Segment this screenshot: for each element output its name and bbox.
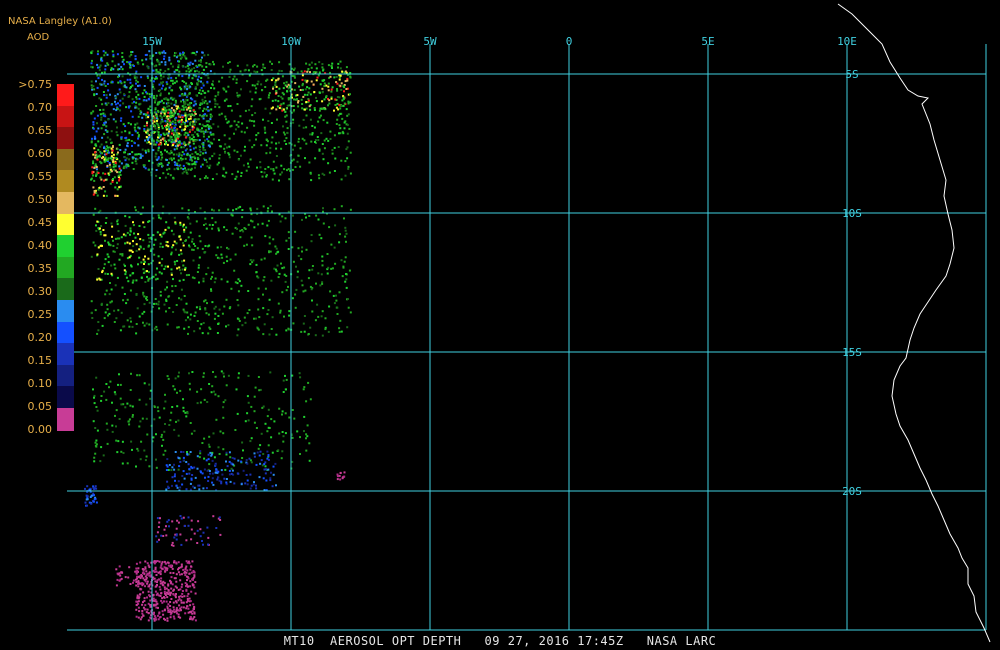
legend-swatch [57,148,74,172]
legend-swatch [57,386,74,410]
legend-label: 0.30 [27,285,53,298]
legend-swatch [57,170,74,194]
latitude-labels: 5S 10S 15S 20S [842,68,862,498]
legend-label: 0.25 [27,308,53,321]
legend-swatch [57,127,74,151]
latitude-label: 20S [842,485,862,498]
satellite-map: 15W 10W 5W 0 5E 10E 5S 10S 15S 20S [67,3,991,643]
legend-swatch [57,213,74,237]
legend-label: 0.20 [27,331,53,344]
latitude-label: 5S [845,68,858,81]
longitude-label: 10W [281,35,301,48]
longitude-label: 5W [423,35,437,48]
legend-swatch [57,192,74,215]
longitude-label: 0 [566,35,573,48]
legend-label: 0.15 [27,354,53,367]
legend-label: 0.35 [27,262,53,275]
legend-swatch [57,256,74,280]
aod-pixel-field [84,50,352,622]
legend-swatch [57,235,74,259]
legend-label: 0.10 [27,377,53,390]
legend-label: 0.65 [27,124,53,137]
legend-swatch [57,84,74,107]
longitude-labels: 15W 10W 5W 0 5E 10E [142,35,857,48]
footer-caption: MT10 AEROSOL OPT DEPTH 09 27, 2016 17:45… [283,634,717,648]
legend-swatch [57,278,74,302]
legend-swatch [57,105,74,129]
legend-label: 0.55 [27,170,53,183]
legend-label: 0.45 [27,216,53,229]
variable-label: AOD [27,32,50,43]
coastline [837,3,991,643]
legend-swatch [57,343,74,367]
legend-label: 0.05 [27,400,53,413]
product-title: NASA Langley (A1.0) [8,16,112,27]
longitude-label: 15W [142,35,162,48]
longitude-label: 5E [701,35,714,48]
color-scale-bar [57,84,74,431]
latitude-label: 10S [842,207,862,220]
longitude-label: 10E [837,35,857,48]
legend-label: 0.50 [27,193,53,206]
legend-swatch [57,364,74,388]
legend-swatch [57,408,74,431]
legend-label: 0.60 [27,147,53,160]
legend-swatch [57,300,74,323]
latitude-label: 15S [842,346,862,359]
legend-label: >0.75 [18,78,52,91]
legend-label: 0.70 [27,101,53,114]
legend-label: 0.40 [27,239,53,252]
legend-swatch [57,321,74,345]
legend-label: 0.00 [27,423,53,436]
